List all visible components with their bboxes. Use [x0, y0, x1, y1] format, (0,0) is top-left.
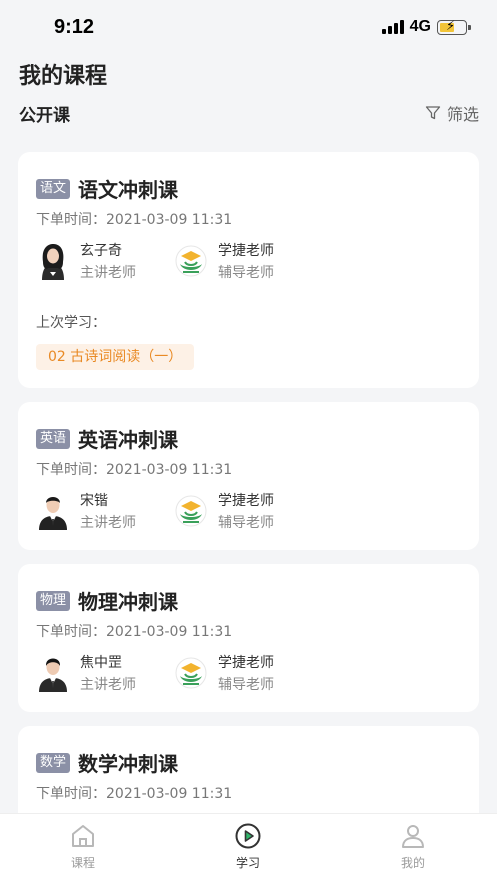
signal-icon: [381, 20, 404, 34]
teacher-row: 焦中罡 主讲老师 学捷老师 辅导老师: [36, 652, 456, 696]
lecturer-avatar: [39, 497, 67, 530]
subject-tag: 物理: [36, 590, 71, 611]
teacher-row: 玄子奇 主讲老师 学捷老师 辅导老师: [36, 240, 456, 284]
course-card[interactable]: 数学 数学冲刺课 下单时间：2021-03-09 11:31: [18, 726, 479, 813]
status-time: 9:12: [54, 16, 95, 38]
last-study-chip[interactable]: 02 古诗词阅读（一）: [36, 344, 195, 370]
tutor-logo-icon: [175, 245, 207, 277]
course-card[interactable]: 物理 物理冲刺课 下单时间：2021-03-09 11:31 焦中罡 主讲老师: [18, 564, 479, 712]
home-icon: [72, 825, 94, 847]
subject-tag: 语文: [36, 178, 71, 199]
course-name: 物理冲刺课: [78, 590, 179, 614]
course-header: 英语 英语冲刺课: [36, 424, 178, 453]
teacher-row: 宋锴 主讲老师 学捷老师 辅导老师: [36, 490, 456, 534]
section-title: 公开课: [19, 106, 70, 126]
course-list[interactable]: 语文 语文冲刺课 下单时间：2021-03-09 11:31 玄子奇 主讲老师: [0, 150, 497, 813]
tutor-name: 学捷老师: [218, 243, 274, 259]
tab-label: 我的: [400, 856, 425, 870]
lecturer-name: 玄子奇: [80, 243, 122, 259]
tab-label: 课程: [70, 856, 95, 870]
order-time: 下单时间：2021-03-09 11:31: [36, 624, 233, 640]
tutor-role: 辅导老师: [218, 265, 274, 281]
order-time: 下单时间：2021-03-09 11:31: [36, 786, 233, 802]
tab-mine[interactable]: 我的: [368, 822, 458, 871]
order-time: 下单时间：2021-03-09 11:31: [36, 462, 233, 478]
status-indicators: 4G ⚡: [381, 18, 471, 36]
filter-icon: [425, 106, 441, 120]
filter-label: 筛选: [446, 105, 479, 124]
tutor-logo-icon: [175, 495, 207, 527]
last-study-label: 上次学习：: [36, 315, 106, 331]
course-name: 数学冲刺课: [78, 752, 179, 776]
network-type: 4G: [409, 18, 431, 35]
page-title: 我的课程: [19, 64, 108, 89]
course-name: 语文冲刺课: [78, 178, 179, 202]
subject-tag: 英语: [36, 428, 71, 449]
status-bar: 9:12 4G ⚡: [0, 0, 497, 50]
course-header: 数学 数学冲刺课: [36, 748, 178, 777]
lecturer-name: 焦中罡: [80, 655, 122, 671]
battery-icon: ⚡: [437, 19, 471, 35]
course-name: 英语冲刺课: [78, 428, 179, 452]
tutor-name: 学捷老师: [218, 655, 274, 671]
lecturer-avatar: [39, 658, 67, 692]
play-circle-icon: [235, 823, 261, 849]
lecturer-role: 主讲老师: [80, 677, 136, 693]
lecturer-role: 主讲老师: [80, 515, 136, 531]
course-header: 物理 物理冲刺课: [36, 586, 178, 615]
course-card[interactable]: 语文 语文冲刺课 下单时间：2021-03-09 11:31 玄子奇 主讲老师: [18, 152, 479, 388]
section-header: 公开课 筛选: [0, 96, 497, 132]
tutor-name: 学捷老师: [218, 493, 274, 509]
tab-bar: 课程 学习 我的: [0, 813, 497, 883]
course-header: 语文 语文冲刺课: [36, 174, 178, 203]
tab-label: 学习: [235, 856, 260, 870]
subject-tag: 数学: [36, 752, 71, 773]
filter-button[interactable]: 筛选: [425, 101, 479, 125]
lecturer-name: 宋锴: [80, 493, 108, 509]
tutor-role: 辅导老师: [218, 677, 274, 693]
tutor-role: 辅导老师: [218, 515, 274, 531]
tab-courses[interactable]: 课程: [38, 822, 128, 871]
course-card[interactable]: 英语 英语冲刺课 下单时间：2021-03-09 11:31 宋锴 主讲老师 学…: [18, 402, 479, 550]
lecturer-role: 主讲老师: [80, 265, 136, 281]
order-time: 下单时间：2021-03-09 11:31: [36, 212, 233, 228]
lecturer-avatar: [42, 244, 64, 280]
user-icon: [402, 825, 424, 848]
tutor-logo-icon: [175, 657, 207, 689]
tab-study[interactable]: 学习: [203, 822, 293, 871]
